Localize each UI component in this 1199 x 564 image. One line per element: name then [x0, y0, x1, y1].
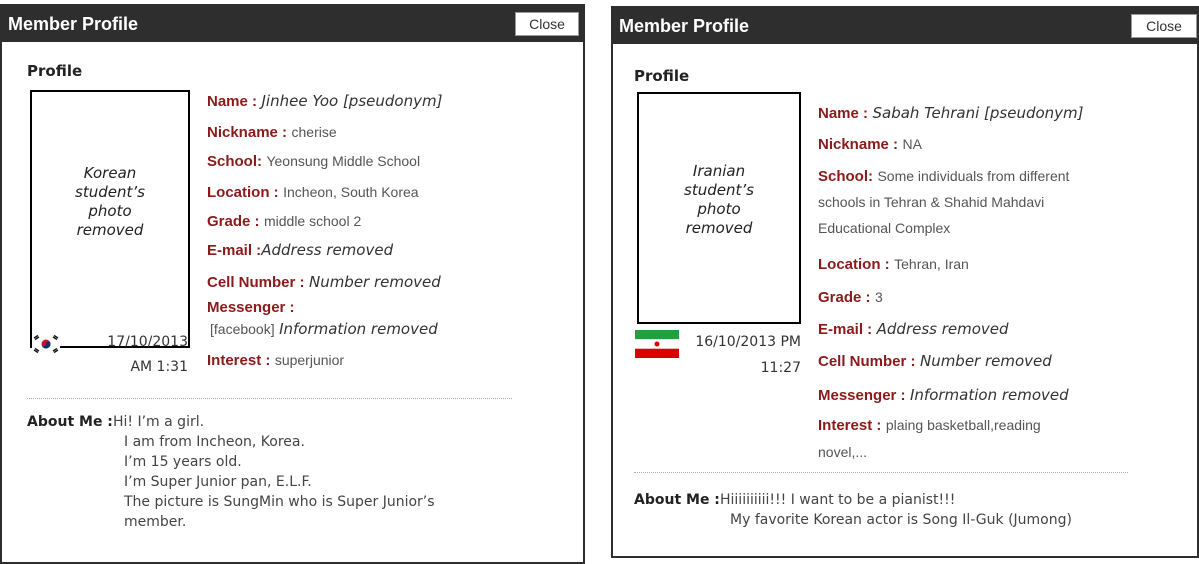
field-email-value: Address removed	[261, 241, 394, 259]
about-me-label: About Me :	[634, 492, 720, 508]
field-school-value: Yeonsung Middle School	[266, 153, 421, 169]
field-email: E-mail :Address removed	[207, 241, 394, 259]
field-nickname-value: cherise	[291, 124, 337, 140]
about-me-line: I’m Super Junior pan, E.L.F.	[124, 474, 312, 490]
field-cell-number: Cell Number : Number removed	[207, 273, 441, 291]
close-button[interactable]: Close	[515, 12, 579, 36]
photo-caption-line: removed	[685, 219, 753, 237]
south-korea-flag-icon	[32, 334, 60, 354]
post-date: 16/10/2013 PM 11:27	[673, 332, 801, 378]
about-me-line: I’m 15 years old.	[124, 454, 242, 470]
field-interest: Interest : plaing basketball,reading	[818, 417, 1041, 434]
field-interest: Interest : superjunior	[207, 352, 345, 369]
divider	[634, 472, 1128, 473]
member-profile-panel-left: Member Profile Close Profile Korean stud…	[0, 4, 585, 564]
panel-header: Member Profile Close	[2, 6, 583, 42]
field-messenger-value: Information removed	[910, 386, 1069, 404]
field-location: Location : Tehran, Iran	[818, 256, 969, 273]
about-me-line: My favorite Korean actor is Song Il-Guk …	[730, 512, 1072, 528]
field-interest-value: superjunior	[274, 352, 345, 368]
about-me-line: Hi! I’m a girl.	[113, 414, 205, 430]
field-grade: Grade : middle school 2	[207, 213, 362, 230]
field-messenger: Messenger :	[207, 299, 295, 316]
field-cell-value: Number removed	[308, 273, 441, 291]
field-school: School: Some individuals from different	[818, 168, 1070, 185]
about-me-line: member.	[124, 514, 187, 530]
field-cell-number: Cell Number : Number removed	[818, 352, 1052, 370]
about-me-line: The picture is SungMin who is Super Juni…	[124, 494, 435, 510]
photo-caption-line: photo	[88, 202, 132, 220]
field-school-value-cont: schools in Tehran & Shahid Mahdavi	[818, 194, 1045, 210]
profile-photo-placeholder: Iranian student’s photo removed	[637, 92, 801, 324]
field-name: Name : Sabah Tehrani [pseudonym]	[818, 104, 1084, 122]
field-interest-value-cont: novel,...	[818, 444, 868, 460]
divider	[27, 398, 512, 399]
photo-caption-line: student’s	[75, 183, 145, 201]
post-date-line: 17/10/2013	[107, 334, 188, 350]
post-date: 17/10/2013 AM 1:31	[64, 332, 188, 377]
photo-caption-line: student’s	[684, 181, 754, 199]
messenger-prefix: [facebook]	[210, 321, 275, 337]
field-email-value: Address removed	[876, 320, 1009, 338]
section-title-profile: Profile	[27, 62, 83, 80]
field-cell-value: Number removed	[919, 352, 1052, 370]
field-nickname: Nickname : cherise	[207, 124, 337, 141]
field-messenger-value-row: [facebook] Information removed	[210, 320, 438, 338]
field-school-value: Some individuals from different	[877, 168, 1070, 184]
field-name-value: Jinhee Yoo [pseudonym]	[261, 92, 443, 110]
field-location-value: Incheon, South Korea	[283, 184, 419, 200]
photo-caption-line: photo	[697, 200, 741, 218]
field-nickname: Nickname : NA	[818, 136, 922, 153]
field-location: Location : Incheon, South Korea	[207, 184, 419, 201]
field-email: E-mail : Address removed	[818, 320, 1009, 338]
field-school-value-cont: Educational Complex	[818, 220, 951, 236]
panel-title: Member Profile	[619, 16, 750, 36]
photo-caption-line: Korean	[83, 164, 137, 182]
about-me-label: About Me :	[27, 414, 113, 430]
close-button[interactable]: Close	[1131, 14, 1197, 38]
section-title-profile: Profile	[634, 67, 690, 85]
panel-header: Member Profile Close	[613, 8, 1197, 44]
field-location-value: Tehran, Iran	[894, 256, 969, 272]
post-time-line: AM 1:31	[130, 359, 188, 375]
field-grade-value: middle school 2	[263, 213, 362, 229]
photo-caption-line: Iranian	[692, 162, 746, 180]
field-grade-value: 3	[874, 289, 883, 305]
field-name-value: Sabah Tehrani [pseudonym]	[872, 104, 1084, 122]
photo-caption-line: removed	[76, 221, 144, 239]
about-me-line: Hiiiiiiiiii!!! I want to be a pianist!!!	[720, 492, 956, 508]
field-nickname-value: NA	[902, 136, 922, 152]
field-grade: Grade : 3	[818, 289, 883, 306]
field-messenger-value: Information removed	[279, 320, 438, 338]
profile-photo-placeholder: Korean student’s photo removed	[30, 90, 190, 348]
field-name: Name : Jinhee Yoo [pseudonym]	[207, 92, 443, 110]
field-interest-value: plaing basketball,reading	[885, 417, 1041, 433]
panel-title: Member Profile	[8, 14, 139, 34]
field-messenger: Messenger : Information removed	[818, 386, 1069, 404]
member-profile-panel-right: Member Profile Close Profile Iranian stu…	[611, 6, 1199, 558]
post-date-line: 16/10/2013 PM	[695, 334, 801, 350]
post-time-line: 11:27	[760, 360, 801, 376]
field-school: School: Yeonsung Middle School	[207, 153, 421, 170]
about-me-line: I am from Incheon, Korea.	[124, 434, 305, 450]
